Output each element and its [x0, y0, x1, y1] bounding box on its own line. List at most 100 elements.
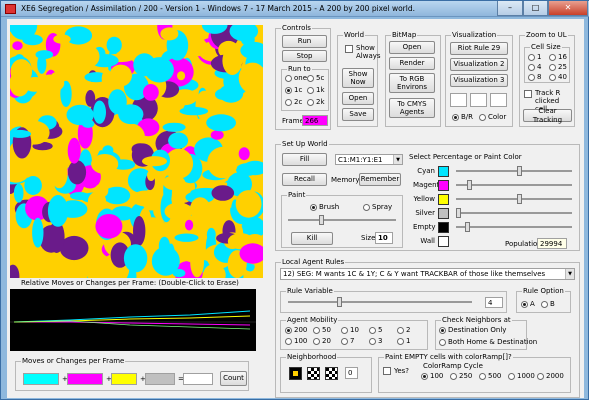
ramp-radio-2000[interactable] [537, 373, 544, 380]
minimize-button[interactable]: – [497, 1, 523, 16]
run-to-one-radio[interactable] [285, 75, 292, 82]
vis-field-2[interactable] [470, 93, 487, 107]
to-cmys-button[interactable]: To CMYS Agents [389, 98, 435, 118]
cell-size-16-radio[interactable] [549, 54, 556, 61]
moves-total-field[interactable] [183, 373, 213, 385]
brush-radio[interactable] [310, 204, 317, 211]
neighborhood-icon-3[interactable] [325, 367, 338, 380]
neighborhood-icon-1[interactable] [289, 367, 302, 380]
color-swatch-yellow[interactable] [438, 194, 449, 205]
run-button[interactable]: Run [282, 35, 327, 48]
color-slider-yellow[interactable] [456, 198, 572, 200]
mobility-radio-50[interactable] [313, 327, 320, 334]
rule-variable-track[interactable] [288, 301, 472, 303]
run-to-2k-radio[interactable] [307, 99, 314, 106]
color-radio[interactable] [479, 114, 486, 121]
mobility-radio-200[interactable] [285, 327, 292, 334]
world-display[interactable] [10, 25, 263, 278]
show-always-checkbox[interactable] [345, 45, 353, 53]
ramp-radio-100[interactable] [421, 373, 428, 380]
mobility-radio-20[interactable] [313, 338, 320, 345]
remember-button[interactable]: Remember [359, 173, 401, 186]
paint-size-thumb[interactable] [319, 215, 324, 225]
vis-field-3[interactable] [490, 93, 507, 107]
rule-option-b-radio[interactable] [541, 301, 548, 308]
color-slider-thumb[interactable] [456, 208, 461, 218]
stop-button[interactable]: Stop [282, 50, 327, 62]
population-field[interactable]: 29994 [537, 238, 567, 249]
world-save-button[interactable]: Save [342, 108, 374, 121]
bitmap-open-button[interactable]: Open [389, 41, 435, 54]
run-to-5c-radio[interactable] [307, 75, 314, 82]
moves-plot[interactable] [10, 289, 256, 351]
cell-size-40-radio[interactable] [549, 74, 556, 81]
neighborhood-icon-2[interactable] [307, 367, 320, 380]
run-to-1c-radio[interactable] [285, 87, 292, 94]
color-swatch-cyan[interactable] [438, 166, 449, 177]
clear-tracking-button[interactable]: Clear Tracking [523, 107, 572, 124]
moves-cyan-field[interactable] [23, 373, 59, 385]
cell-size-4-radio[interactable] [528, 64, 535, 71]
count-button[interactable]: Count [220, 371, 247, 386]
mobility-radio-2[interactable] [397, 327, 404, 334]
mobility-radio-5[interactable] [369, 327, 376, 334]
ramp-radio-500[interactable] [479, 373, 486, 380]
color-swatch-magenta[interactable] [438, 180, 449, 191]
color-slider-thumb[interactable] [516, 194, 522, 204]
color-swatch-empty[interactable] [438, 222, 449, 233]
color-slider-silver[interactable] [456, 212, 572, 214]
moves-yellow-field[interactable] [111, 373, 137, 385]
render-button[interactable]: Render [389, 57, 435, 70]
rule-variable-field[interactable]: 4 [485, 297, 503, 308]
spray-radio[interactable] [363, 204, 370, 211]
rule-option-a-radio[interactable] [521, 301, 528, 308]
moves-magenta-field[interactable] [67, 373, 103, 385]
color-slider-thumb[interactable] [464, 222, 470, 232]
mobility-radio-7[interactable] [341, 338, 348, 345]
color-slider-thumb[interactable] [516, 166, 522, 176]
to-rgb-button[interactable]: To RGB Environs [389, 73, 435, 93]
neighborhood-field[interactable]: 0 [345, 367, 358, 379]
kill-button[interactable]: Kill [291, 232, 333, 245]
cell-size-1-radio[interactable] [528, 54, 535, 61]
both-home-radio[interactable] [439, 339, 446, 346]
world-open-button[interactable]: Open [342, 92, 374, 105]
rule-combo[interactable]: 12) SEG: M wants 1C & 1Y; C & Y want TRA… [280, 268, 575, 280]
bw-radio[interactable] [452, 114, 459, 121]
ramp-radio-250[interactable] [450, 373, 457, 380]
track-checkbox[interactable] [524, 90, 532, 98]
riot-rule-button[interactable]: Riot Rule 29 [450, 42, 508, 55]
maximize-button[interactable]: □ [523, 1, 548, 16]
destination-only-radio[interactable] [439, 327, 446, 334]
close-button[interactable]: ✕ [548, 1, 588, 16]
color-swatch-wall[interactable] [438, 236, 449, 247]
show-now-button[interactable]: Show Now [342, 68, 374, 88]
color-slider-cyan[interactable] [456, 170, 572, 172]
vis-field-1[interactable] [450, 93, 467, 107]
color-slider-thumb[interactable] [467, 180, 472, 190]
cell-size-25-radio[interactable] [549, 64, 556, 71]
visualization-3-button[interactable]: Visualization 3 [450, 74, 508, 87]
paint-size-track[interactable] [288, 219, 396, 221]
world-blob [66, 104, 94, 126]
visualization-2-button[interactable]: Visualization 2 [450, 58, 508, 71]
fill-button[interactable]: Fill [282, 153, 327, 166]
cell-size-8-radio[interactable] [528, 74, 535, 81]
rule-variable-thumb[interactable] [337, 297, 342, 307]
ramp-radio-1000[interactable] [508, 373, 515, 380]
frame-field[interactable]: 266 [302, 115, 328, 126]
color-slider-magenta[interactable] [456, 184, 572, 186]
fill-combo[interactable]: C1:M1:Y1:E1 ▼ [335, 154, 403, 165]
size-field[interactable]: 10 [375, 232, 393, 244]
paint-empty-checkbox[interactable] [383, 367, 391, 375]
run-to-1k-radio[interactable] [307, 87, 314, 94]
mobility-radio-10[interactable] [341, 327, 348, 334]
recall-button[interactable]: Recall [282, 173, 327, 186]
mobility-radio-3[interactable] [369, 338, 376, 345]
run-to-2c-radio[interactable] [285, 99, 292, 106]
color-slider-empty[interactable] [456, 226, 572, 228]
moves-silver-field[interactable] [145, 373, 175, 385]
color-swatch-silver[interactable] [438, 208, 449, 219]
mobility-radio-100[interactable] [285, 338, 292, 345]
mobility-radio-1[interactable] [397, 338, 404, 345]
